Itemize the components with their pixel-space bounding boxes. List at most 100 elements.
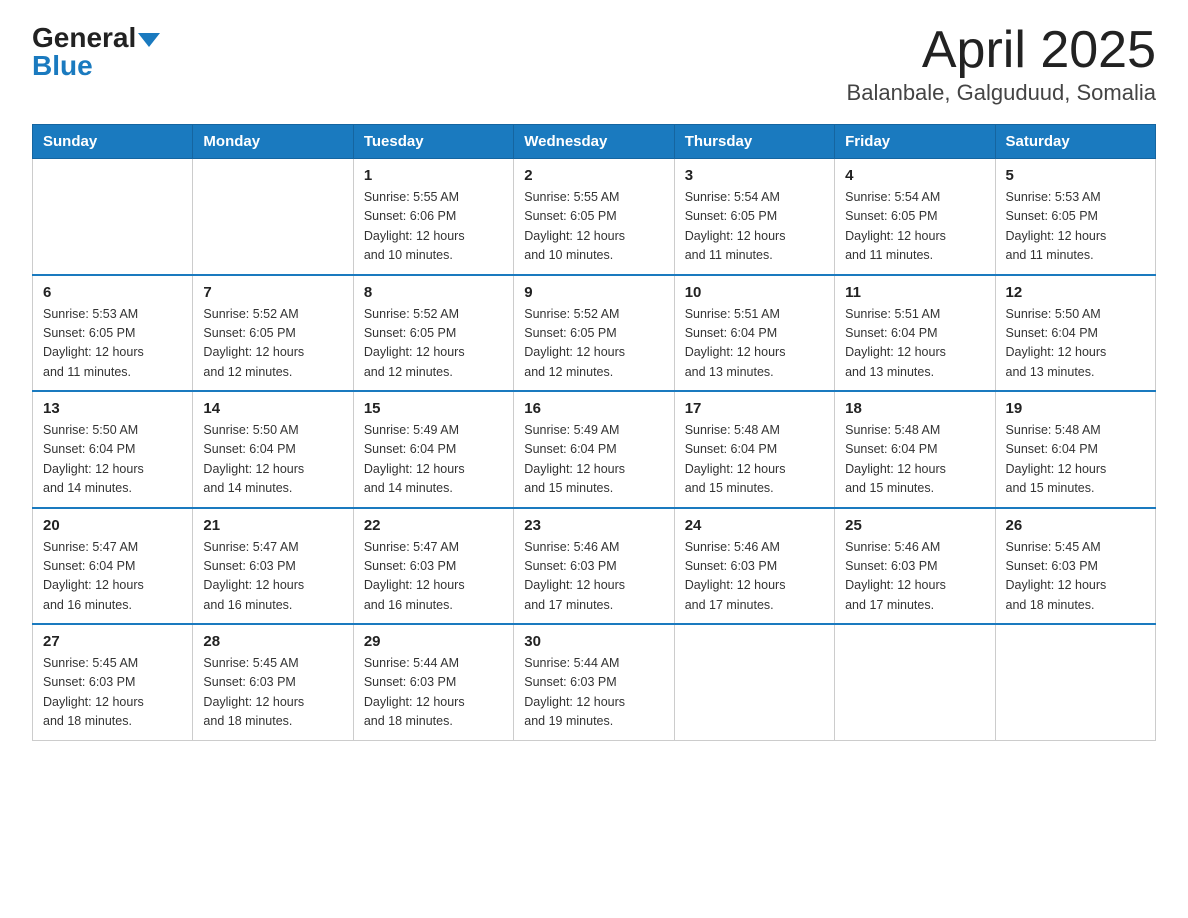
- calendar-cell: 24 Sunrise: 5:46 AM Sunset: 6:03 PM Dayli…: [674, 508, 834, 625]
- calendar-cell: 20 Sunrise: 5:47 AM Sunset: 6:04 PM Dayli…: [33, 508, 193, 625]
- day-number: 30: [524, 633, 663, 650]
- calendar-cell: 11 Sunrise: 5:51 AM Sunset: 6:04 PM Dayli…: [835, 275, 995, 392]
- day-number: 9: [524, 284, 663, 301]
- day-number: 5: [1006, 167, 1145, 184]
- day-info: Sunrise: 5:44 AM Sunset: 6:03 PM Dayligh…: [364, 654, 503, 732]
- day-info: Sunrise: 5:53 AM Sunset: 6:05 PM Dayligh…: [43, 305, 182, 383]
- day-info: Sunrise: 5:50 AM Sunset: 6:04 PM Dayligh…: [43, 421, 182, 499]
- day-info: Sunrise: 5:51 AM Sunset: 6:04 PM Dayligh…: [685, 305, 824, 383]
- weekday-header-row: SundayMondayTuesdayWednesdayThursdayFrid…: [33, 125, 1156, 159]
- calendar-cell: 18Sunrise: 5:48 AM Sunset: 6:04 PM Dayli…: [835, 391, 995, 508]
- day-info: Sunrise: 5:55 AM Sunset: 6:05 PM Dayligh…: [524, 188, 663, 266]
- calendar-cell: [674, 624, 834, 740]
- weekday-header-wednesday: Wednesday: [514, 125, 674, 159]
- weekday-header-monday: Monday: [193, 125, 353, 159]
- day-number: 22: [364, 517, 503, 534]
- title-block: April 2025 Balanbale, Galguduud, Somalia: [847, 24, 1156, 106]
- calendar-cell: 8 Sunrise: 5:52 AM Sunset: 6:05 PM Daylig…: [353, 275, 513, 392]
- day-number: 25: [845, 517, 984, 534]
- day-info: Sunrise: 5:50 AM Sunset: 6:04 PM Dayligh…: [1006, 305, 1145, 383]
- day-number: 7: [203, 284, 342, 301]
- calendar-cell: 26 Sunrise: 5:45 AM Sunset: 6:03 PM Dayli…: [995, 508, 1155, 625]
- day-info: Sunrise: 5:46 AM Sunset: 6:03 PM Dayligh…: [685, 538, 824, 616]
- day-info: Sunrise: 5:49 AM Sunset: 6:04 PM Dayligh…: [364, 421, 503, 499]
- day-number: 24: [685, 517, 824, 534]
- day-number: 27: [43, 633, 182, 650]
- calendar-cell: 6 Sunrise: 5:53 AM Sunset: 6:05 PM Daylig…: [33, 275, 193, 392]
- day-info: Sunrise: 5:51 AM Sunset: 6:04 PM Dayligh…: [845, 305, 984, 383]
- day-info: Sunrise: 5:46 AM Sunset: 6:03 PM Dayligh…: [524, 538, 663, 616]
- calendar-cell: 14 Sunrise: 5:50 AM Sunset: 6:04 PM Dayli…: [193, 391, 353, 508]
- page-header: General Blue April 2025 Balanbale, Galgu…: [32, 24, 1156, 106]
- calendar-cell: 4Sunrise: 5:54 AM Sunset: 6:05 PM Daylig…: [835, 159, 995, 275]
- day-info: Sunrise: 5:45 AM Sunset: 6:03 PM Dayligh…: [43, 654, 182, 732]
- day-info: Sunrise: 5:45 AM Sunset: 6:03 PM Dayligh…: [203, 654, 342, 732]
- day-number: 11: [845, 284, 984, 301]
- day-info: Sunrise: 5:50 AM Sunset: 6:04 PM Dayligh…: [203, 421, 342, 499]
- calendar-subtitle: Balanbale, Galguduud, Somalia: [847, 80, 1156, 106]
- day-info: Sunrise: 5:53 AM Sunset: 6:05 PM Dayligh…: [1006, 188, 1145, 266]
- day-info: Sunrise: 5:55 AM Sunset: 6:06 PM Dayligh…: [364, 188, 503, 266]
- day-number: 15: [364, 400, 503, 417]
- calendar-table: SundayMondayTuesdayWednesdayThursdayFrid…: [32, 124, 1156, 741]
- day-number: 6: [43, 284, 182, 301]
- day-number: 23: [524, 517, 663, 534]
- day-info: Sunrise: 5:52 AM Sunset: 6:05 PM Dayligh…: [524, 305, 663, 383]
- calendar-cell: 29Sunrise: 5:44 AM Sunset: 6:03 PM Dayli…: [353, 624, 513, 740]
- calendar-cell: 23 Sunrise: 5:46 AM Sunset: 6:03 PM Dayli…: [514, 508, 674, 625]
- week-row-2: 6 Sunrise: 5:53 AM Sunset: 6:05 PM Daylig…: [33, 275, 1156, 392]
- calendar-cell: 21Sunrise: 5:47 AM Sunset: 6:03 PM Dayli…: [193, 508, 353, 625]
- day-number: 12: [1006, 284, 1145, 301]
- day-number: 28: [203, 633, 342, 650]
- calendar-cell: 17Sunrise: 5:48 AM Sunset: 6:04 PM Dayli…: [674, 391, 834, 508]
- calendar-cell: 12 Sunrise: 5:50 AM Sunset: 6:04 PM Dayli…: [995, 275, 1155, 392]
- weekday-header-sunday: Sunday: [33, 125, 193, 159]
- calendar-cell: 16Sunrise: 5:49 AM Sunset: 6:04 PM Dayli…: [514, 391, 674, 508]
- weekday-header-thursday: Thursday: [674, 125, 834, 159]
- weekday-header-tuesday: Tuesday: [353, 125, 513, 159]
- calendar-title: April 2025: [847, 24, 1156, 76]
- day-info: Sunrise: 5:52 AM Sunset: 6:05 PM Dayligh…: [203, 305, 342, 383]
- day-number: 14: [203, 400, 342, 417]
- calendar-cell: 9 Sunrise: 5:52 AM Sunset: 6:05 PM Daylig…: [514, 275, 674, 392]
- calendar-body: 1Sunrise: 5:55 AM Sunset: 6:06 PM Daylig…: [33, 159, 1156, 741]
- day-number: 26: [1006, 517, 1145, 534]
- weekday-header-friday: Friday: [835, 125, 995, 159]
- calendar-cell: 3 Sunrise: 5:54 AM Sunset: 6:05 PM Daylig…: [674, 159, 834, 275]
- day-number: 10: [685, 284, 824, 301]
- calendar-cell: 19 Sunrise: 5:48 AM Sunset: 6:04 PM Dayli…: [995, 391, 1155, 508]
- day-info: Sunrise: 5:44 AM Sunset: 6:03 PM Dayligh…: [524, 654, 663, 732]
- week-row-4: 20 Sunrise: 5:47 AM Sunset: 6:04 PM Dayli…: [33, 508, 1156, 625]
- logo-arrow-icon: [138, 33, 160, 47]
- logo: General Blue: [32, 24, 160, 80]
- day-number: 20: [43, 517, 182, 534]
- day-info: Sunrise: 5:54 AM Sunset: 6:05 PM Dayligh…: [685, 188, 824, 266]
- calendar-cell: 5 Sunrise: 5:53 AM Sunset: 6:05 PM Daylig…: [995, 159, 1155, 275]
- day-info: Sunrise: 5:48 AM Sunset: 6:04 PM Dayligh…: [1006, 421, 1145, 499]
- logo-general-text: General: [32, 24, 136, 52]
- day-info: Sunrise: 5:45 AM Sunset: 6:03 PM Dayligh…: [1006, 538, 1145, 616]
- calendar-header: SundayMondayTuesdayWednesdayThursdayFrid…: [33, 125, 1156, 159]
- calendar-cell: 13Sunrise: 5:50 AM Sunset: 6:04 PM Dayli…: [33, 391, 193, 508]
- day-info: Sunrise: 5:47 AM Sunset: 6:04 PM Dayligh…: [43, 538, 182, 616]
- day-number: 3: [685, 167, 824, 184]
- day-info: Sunrise: 5:46 AM Sunset: 6:03 PM Dayligh…: [845, 538, 984, 616]
- day-number: 19: [1006, 400, 1145, 417]
- calendar-cell: [33, 159, 193, 275]
- calendar-cell: 28 Sunrise: 5:45 AM Sunset: 6:03 PM Dayli…: [193, 624, 353, 740]
- day-info: Sunrise: 5:52 AM Sunset: 6:05 PM Dayligh…: [364, 305, 503, 383]
- calendar-cell: [193, 159, 353, 275]
- day-info: Sunrise: 5:49 AM Sunset: 6:04 PM Dayligh…: [524, 421, 663, 499]
- day-number: 18: [845, 400, 984, 417]
- day-info: Sunrise: 5:54 AM Sunset: 6:05 PM Dayligh…: [845, 188, 984, 266]
- calendar-cell: [835, 624, 995, 740]
- day-number: 8: [364, 284, 503, 301]
- calendar-cell: 2 Sunrise: 5:55 AM Sunset: 6:05 PM Daylig…: [514, 159, 674, 275]
- calendar-cell: 30 Sunrise: 5:44 AM Sunset: 6:03 PM Dayli…: [514, 624, 674, 740]
- day-number: 17: [685, 400, 824, 417]
- day-number: 2: [524, 167, 663, 184]
- week-row-1: 1Sunrise: 5:55 AM Sunset: 6:06 PM Daylig…: [33, 159, 1156, 275]
- logo-blue-text: Blue: [32, 52, 93, 80]
- calendar-cell: [995, 624, 1155, 740]
- calendar-cell: 15 Sunrise: 5:49 AM Sunset: 6:04 PM Dayli…: [353, 391, 513, 508]
